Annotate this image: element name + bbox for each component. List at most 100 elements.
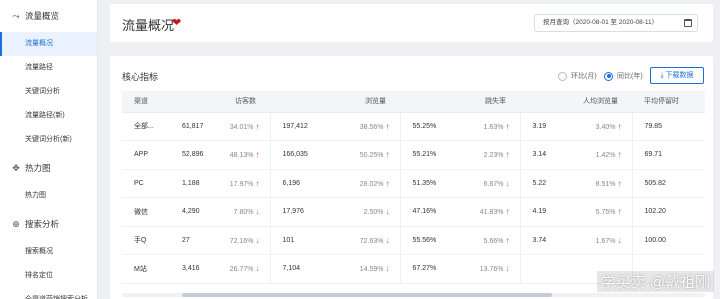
- scrollbar-thumb[interactable]: [182, 293, 552, 297]
- metric-value-cell: 3,416: [170, 254, 224, 284]
- sidebar-item-traffic-path[interactable]: 流量路径: [0, 56, 97, 80]
- metric-value-cell: 3.19: [519, 112, 574, 141]
- arrow-up-icon: ↑: [505, 121, 510, 131]
- metric-value-cell: 6,196: [269, 169, 338, 198]
- sidebar-item-heatmap[interactable]: 热力图: [0, 184, 97, 208]
- metric-change-cell: 2: [686, 197, 705, 227]
- change-percent: 5.75%: [595, 209, 616, 217]
- metric-change-cell: 0: [686, 226, 705, 255]
- metric-value-cell: 102.20: [631, 197, 686, 227]
- table-row: 全部... 61,817 34.01% ↑ 197,412 38.56% ↑ 55.25% 1.…: [122, 112, 705, 141]
- arrow-up-icon: ↑: [617, 178, 622, 188]
- metric-value-cell: 3.74: [519, 226, 574, 255]
- metric-change-cell: 41.83% ↑: [458, 197, 520, 227]
- change-percent: 2.23%: [483, 152, 504, 160]
- metric-change-cell: 0: [686, 112, 705, 141]
- heart-icon[interactable]: ❤: [172, 16, 181, 29]
- sidebar-item-search-overview[interactable]: 搜索概况: [0, 240, 97, 264]
- arrow-up-icon: ↑: [617, 150, 622, 160]
- channel-cell: M站: [122, 254, 170, 284]
- channel-cell: 全部...: [122, 112, 170, 141]
- change-percent: 17.97%: [229, 180, 254, 188]
- change-percent: 50.25%: [359, 152, 384, 160]
- metric-value-cell: 166,035: [269, 140, 338, 170]
- change-percent: 7.80%: [233, 209, 254, 217]
- page-header: 流量概况 ❤ 按月查询（2020-08-01 至 2020-08-11）: [110, 4, 713, 42]
- date-range-picker[interactable]: 按月查询（2020-08-01 至 2020-08-11）: [534, 14, 698, 32]
- metric-change-cell: 5.75% ↑: [574, 197, 632, 227]
- arrow-up-icon: ↑: [505, 235, 510, 245]
- yoy-radio[interactable]: 同比(年): [604, 71, 643, 81]
- sidebar-group-search[interactable]: ⊕ 搜索分析: [0, 208, 97, 240]
- metric-value-cell: 51.35%: [399, 169, 458, 198]
- column-header-visitors[interactable]: 访客数: [170, 91, 270, 113]
- download-icon: ⤓: [660, 72, 664, 79]
- sidebar-item-ranking[interactable]: 排名定位: [0, 264, 97, 288]
- watermark: 学买卖 @戴祖刚: [596, 271, 714, 292]
- sidebar-group-heatmap[interactable]: ✥ 热力图: [0, 152, 97, 184]
- table-row: APP 52,896 48.13% ↑ 166,035 50.25% ↑ 55.21% 2.23…: [122, 140, 705, 170]
- arrow-down-icon: ↓: [385, 264, 390, 274]
- column-header-avg-stay[interactable]: 平均停留时: [632, 91, 705, 113]
- arrow-down-icon: ↓: [385, 207, 390, 217]
- change-percent: 41.83%: [479, 209, 504, 217]
- download-data-button[interactable]: ⤓ 下载数据: [650, 67, 704, 84]
- metric-change-cell: 13.76% ↓: [458, 254, 520, 284]
- sidebar-item-keyword-analysis-new[interactable]: 关键词分析(新): [0, 128, 97, 152]
- horizontal-scrollbar[interactable]: [122, 293, 705, 297]
- sidebar-item-keyword-analysis[interactable]: 关键词分析: [0, 80, 97, 104]
- change-percent: 38.56%: [359, 123, 384, 131]
- sidebar-group-traffic[interactable]: ⤳ 流量概览: [0, 0, 97, 32]
- metric-value-cell: 4.19: [519, 197, 574, 227]
- metric-value-cell: 1,188: [170, 169, 224, 198]
- sidebar-group-label: 热力图: [25, 163, 51, 173]
- mom-radio[interactable]: 环比(月): [558, 71, 597, 81]
- metric-change-cell: 38.56% ↑: [338, 112, 400, 141]
- change-percent: 13.76%: [479, 266, 504, 274]
- sidebar-item-omnichannel-search[interactable]: 全渠道营销搜索分析: [0, 288, 97, 299]
- metric-change-cell: 3.40% ↑: [574, 112, 632, 141]
- metric-value-cell: [519, 254, 574, 284]
- channel-cell: APP: [122, 140, 170, 170]
- change-percent: 8.51%: [595, 180, 616, 188]
- metric-change-cell: 6.67% ↓: [458, 169, 520, 198]
- metric-value-cell: 55.21%: [399, 140, 458, 170]
- column-header-pageviews[interactable]: 浏览量: [270, 91, 400, 113]
- search-icon: ⊕: [12, 218, 20, 229]
- arrow-up-icon: ↑: [385, 150, 390, 160]
- change-percent: 34.01%: [229, 123, 254, 131]
- metric-value-cell: 7,104: [269, 254, 338, 284]
- change-percent: 3.40%: [595, 123, 616, 131]
- metric-value-cell: 61,817: [170, 112, 224, 141]
- metric-change-cell: 2: [686, 140, 705, 170]
- metrics-table: 渠道 访客数 浏览量 跳失率 人均浏览量 平均停留时 全部... 61,817 34…: [122, 91, 705, 291]
- column-header-bounce-rate[interactable]: 跳失率: [400, 91, 520, 113]
- column-header-pv-per-visitor[interactable]: 人均浏览量: [520, 91, 632, 113]
- date-range-text: 按月查询（2020-08-01 至 2020-08-11）: [543, 19, 659, 26]
- sidebar-item-traffic-overview[interactable]: 流量概况: [0, 32, 97, 56]
- arrow-up-icon: ↑: [255, 178, 260, 188]
- download-label: 下载数据: [665, 72, 694, 79]
- change-percent: 14.59%: [359, 266, 384, 274]
- table-row: PC 1,188 17.97% ↑ 6,196 28.02% ↑ 51.35% 6.67% ↓ 5.…: [122, 169, 705, 198]
- radio-label: 同比(年): [617, 73, 643, 80]
- arrow-up-icon: ↑: [505, 207, 510, 217]
- sidebar-item-traffic-path-new[interactable]: 流量路径(新): [0, 104, 97, 128]
- arrow-down-icon: ↓: [617, 235, 622, 245]
- arrow-down-icon: ↓: [255, 235, 260, 245]
- metric-value-cell: 55.25%: [399, 112, 458, 141]
- channel-cell: PC: [122, 169, 170, 198]
- metric-value-cell: 197,412: [269, 112, 338, 141]
- arrow-up-icon: ↑: [617, 207, 622, 217]
- metric-value-cell: 101: [269, 226, 338, 255]
- arrow-down-icon: ↓: [505, 264, 510, 274]
- channel-cell: 微信: [122, 197, 170, 227]
- metric-change-cell: 26.77% ↓: [224, 254, 270, 284]
- change-percent: 6.67%: [483, 180, 504, 188]
- arrow-up-icon: ↑: [617, 121, 622, 131]
- metric-change-cell: 72.16% ↓: [224, 226, 270, 255]
- radio-label: 环比(月): [571, 73, 597, 80]
- metric-change-cell: 1.67% ↓: [574, 226, 632, 255]
- metric-change-cell: 72.63% ↓: [338, 226, 400, 255]
- sidebar-group-label: 流量概览: [25, 11, 60, 21]
